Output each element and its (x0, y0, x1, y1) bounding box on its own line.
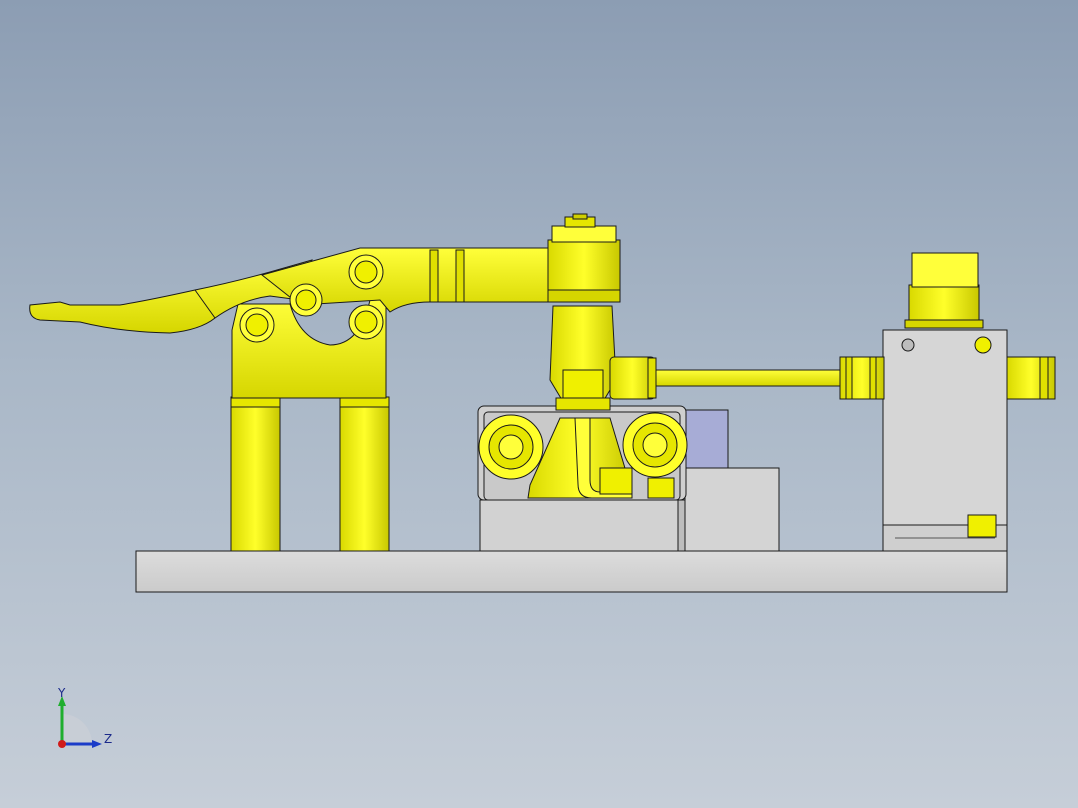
cad-graphics-viewport[interactable]: Y Z (0, 0, 1078, 808)
triad-y-label: Y (58, 686, 66, 700)
left-post-2[interactable] (339, 396, 390, 552)
triad-z-label: Z (104, 732, 113, 746)
bushing-cylinder[interactable] (683, 409, 729, 469)
housing-hole-left (901, 338, 915, 352)
view-triad[interactable]: Y Z (48, 686, 118, 758)
horizontal-rod[interactable] (649, 369, 841, 387)
x-axis-dot (58, 740, 66, 748)
housing-top-cylinder[interactable] (908, 284, 980, 326)
center-bolt (599, 467, 633, 495)
left-post-1[interactable] (230, 396, 281, 552)
right-center-block[interactable] (684, 467, 780, 552)
housing-bolt (967, 514, 997, 538)
housing-hole-right (974, 336, 992, 354)
center-block-side (677, 499, 686, 552)
assembly-model[interactable] (0, 0, 1078, 808)
right-bolt (647, 477, 675, 499)
base-plate[interactable] (135, 550, 1008, 593)
center-block[interactable] (479, 499, 685, 552)
